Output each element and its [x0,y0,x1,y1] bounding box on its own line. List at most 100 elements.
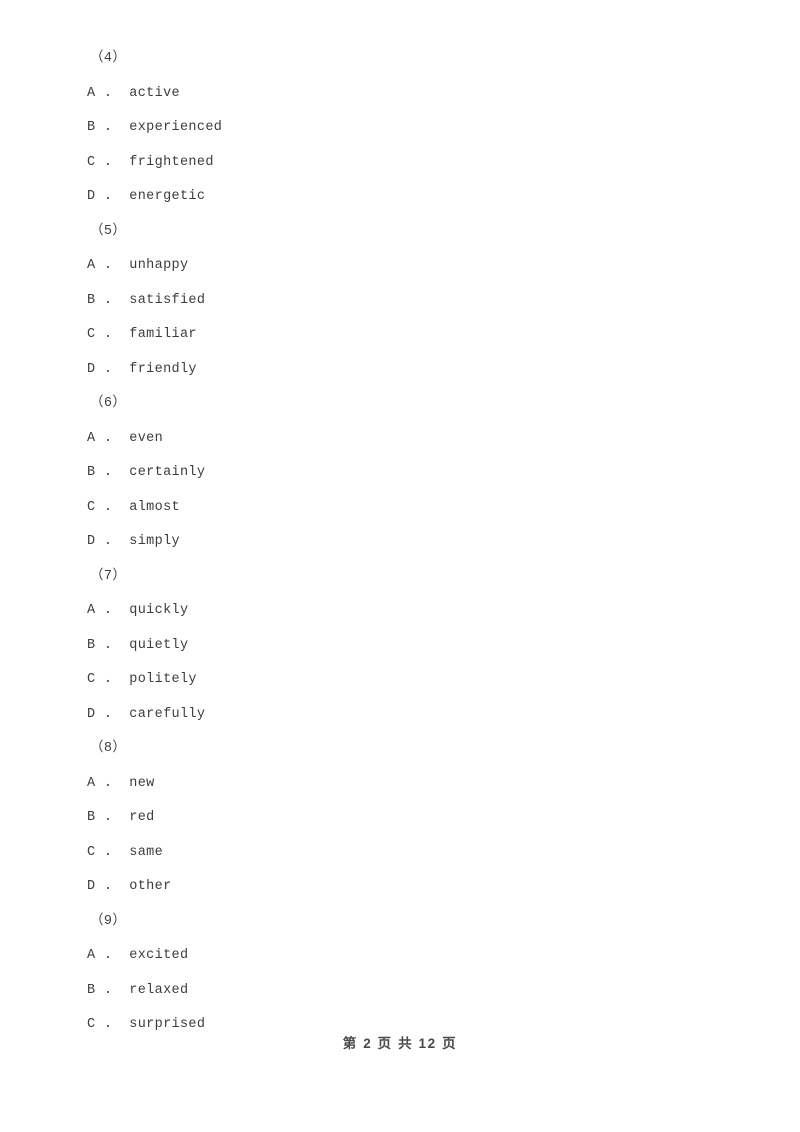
option-text: frightened [129,154,214,170]
answer-option[interactable]: D . friendly [87,362,197,378]
answer-option[interactable]: D . simply [87,534,180,550]
answer-option[interactable]: B . satisfied [87,293,205,309]
option-separator: . [103,361,113,377]
option-text: quickly [129,603,189,618]
question-number: （9） [90,913,127,929]
option-separator: . [103,499,113,515]
option-separator: . [103,327,113,342]
option-separator: . [103,292,113,308]
option-text: red [129,810,155,825]
option-letter: A [87,258,96,273]
option-letter: D [87,534,96,549]
option-letter: C [87,499,96,515]
option-text: unhappy [129,258,189,273]
option-separator: . [103,465,113,480]
option-letter: B [87,465,96,480]
answer-option[interactable]: A . new [87,776,155,792]
option-letter: A [87,775,96,791]
answer-option[interactable]: B . relaxed [87,983,188,999]
option-text: excited [129,948,189,963]
option-letter: B [87,637,96,653]
answer-option[interactable]: D . energetic [87,189,205,205]
answer-option[interactable]: A . active [87,86,180,102]
option-text: satisfied [129,292,206,308]
question-number: （6） [90,396,127,411]
option-separator: . [103,844,113,860]
answer-option[interactable]: D . carefully [87,707,205,723]
option-separator: . [103,672,113,687]
option-letter: C [87,844,96,860]
option-separator: . [103,948,113,963]
option-letter: D [87,706,96,722]
option-text: almost [129,499,180,515]
question-number: （5） [90,223,127,239]
answer-option[interactable]: B . red [87,810,155,826]
answer-option[interactable]: A . unhappy [87,258,188,274]
option-text: politely [129,672,197,687]
option-letter: C [87,327,96,342]
page-footer: 第 2 页 共 12 页 [0,1035,800,1053]
option-letter: C [87,672,96,687]
option-letter: B [87,292,96,308]
option-text: same [129,844,164,860]
option-separator: . [103,258,113,273]
option-separator: . [103,775,113,791]
footer-page-indicator: 第 2 页 共 12 页 [342,1036,458,1051]
option-letter: D [87,879,96,894]
answer-option[interactable]: A . excited [87,948,188,964]
option-separator: . [103,534,113,549]
option-text: experienced [129,120,223,135]
option-text: new [129,775,155,791]
option-separator: . [103,430,113,446]
answer-option[interactable]: C . same [87,845,163,861]
option-text: even [129,430,164,446]
answer-option[interactable]: C . almost [87,500,180,516]
option-text: relaxed [129,982,189,998]
option-separator: . [103,810,113,825]
question-number: （7） [90,568,127,584]
answer-option[interactable]: D . other [87,879,172,895]
answer-option[interactable]: C . politely [87,672,197,688]
answer-option[interactable]: B . certainly [87,465,205,481]
answer-option[interactable]: A . quickly [87,603,188,619]
option-letter: D [87,361,96,377]
option-text: carefully [129,706,206,722]
question-number: （4） [90,51,127,66]
option-text: surprised [129,1017,206,1032]
option-text: energetic [129,189,206,204]
option-letter: A [87,430,96,446]
option-text: friendly [129,361,197,377]
option-text: simply [129,534,180,549]
answer-option[interactable]: B . quietly [87,638,188,654]
option-text: familiar [129,327,197,342]
option-separator: . [103,879,113,894]
option-letter: A [87,948,96,963]
option-text: quietly [129,637,189,653]
option-separator: . [103,189,113,204]
option-text: active [129,85,180,101]
option-separator: . [103,154,113,170]
option-separator: . [103,1017,113,1032]
answer-option[interactable]: A . even [87,431,163,447]
option-letter: D [87,189,96,204]
option-letter: A [87,85,96,101]
option-separator: . [103,85,113,101]
option-separator: . [103,706,113,722]
option-separator: . [103,982,113,998]
answer-option[interactable]: C . familiar [87,327,197,343]
answer-option[interactable]: C . surprised [87,1017,205,1033]
option-text: other [129,879,172,894]
question-number: （8） [90,741,127,756]
option-letter: B [87,982,96,998]
answer-option[interactable]: C . frightened [87,155,214,171]
option-letter: A [87,603,96,618]
option-letter: B [87,810,96,825]
option-separator: . [103,120,113,135]
option-text: certainly [129,465,206,480]
option-letter: C [87,154,96,170]
option-letter: C [87,1017,96,1032]
answer-option[interactable]: B . experienced [87,120,222,136]
document-page: （4） A . active B . experienced C . frighten… [0,0,800,1132]
option-separator: . [103,637,113,653]
option-letter: B [87,120,96,135]
